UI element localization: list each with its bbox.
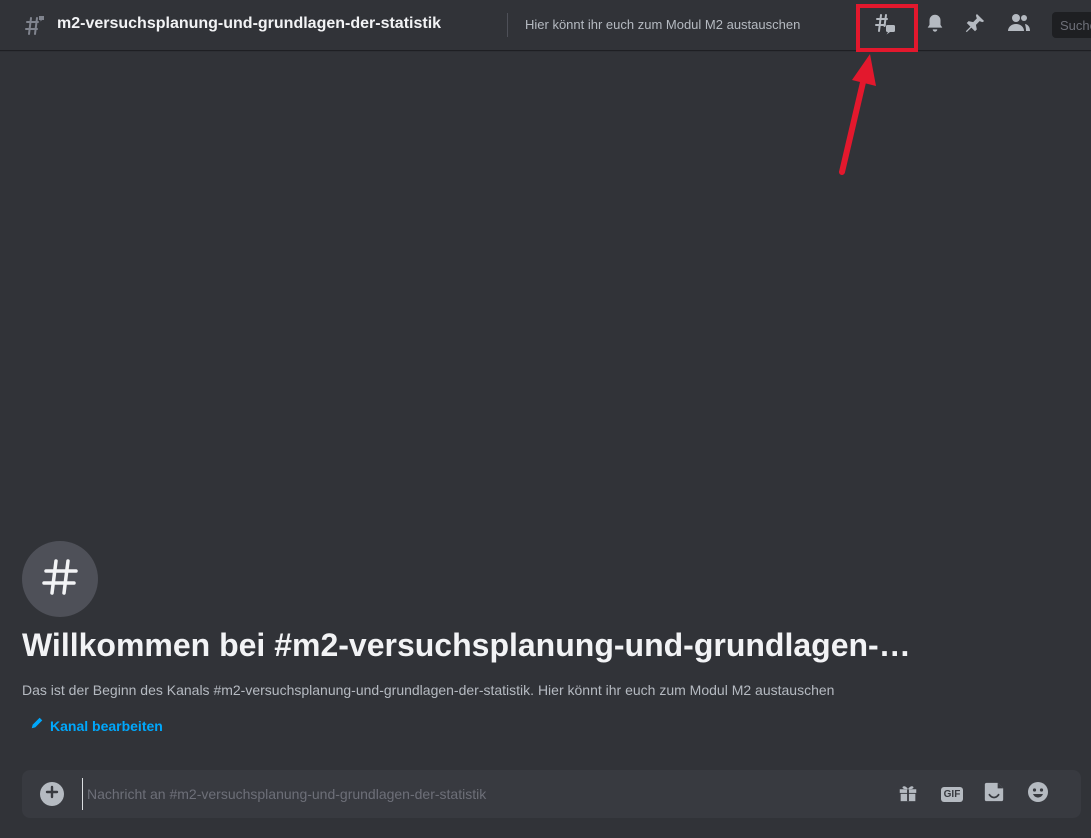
welcome-channel-icon-circle: [22, 541, 98, 617]
edit-channel-label: Kanal bearbeiten: [50, 717, 163, 734]
member-list-button[interactable]: [1006, 12, 1032, 38]
message-composer: GIF: [22, 770, 1081, 818]
gif-picker-button[interactable]: GIF: [940, 782, 964, 806]
welcome-title: Willkommen bei #m2-versuchsplanung-und-g…: [22, 627, 911, 663]
gift-icon: [897, 781, 919, 808]
gift-button[interactable]: [896, 782, 920, 806]
edit-channel-link[interactable]: Kanal bearbeiten: [30, 716, 163, 735]
emoji-picker-button[interactable]: [1026, 780, 1050, 809]
pencil-icon: [30, 716, 44, 735]
notification-settings-button[interactable]: [922, 12, 948, 38]
sticker-icon: [983, 781, 1005, 808]
threads-highlight-box: [856, 4, 918, 52]
welcome-description: Das ist der Beginn des Kanals #m2-versuc…: [22, 682, 835, 698]
channel-header: m2-versuchsplanung-und-grundlagen-der-st…: [0, 0, 1091, 50]
channel-topic[interactable]: Hier könnt ihr euch zum Modul M2 austaus…: [525, 17, 800, 32]
sticker-picker-button[interactable]: [982, 782, 1006, 806]
annotation-arrow: [839, 54, 876, 175]
members-icon: [1007, 12, 1031, 39]
channel-name: m2-versuchsplanung-und-grundlagen-der-st…: [57, 15, 442, 32]
plus-circle-icon: [45, 785, 59, 804]
hashtag-icon: [38, 555, 82, 604]
bell-icon: [924, 12, 946, 39]
header-divider: [507, 13, 508, 37]
gif-badge: GIF: [940, 786, 964, 802]
search-input[interactable]: [1052, 12, 1091, 38]
threaded-channel-icon: [22, 14, 46, 38]
pinned-messages-button[interactable]: [962, 12, 988, 38]
message-input[interactable]: [82, 778, 882, 810]
emoji-icon: [1026, 780, 1050, 809]
search-box[interactable]: [1052, 12, 1091, 38]
add-attachment-button[interactable]: [40, 782, 64, 806]
pin-icon: [964, 12, 986, 39]
